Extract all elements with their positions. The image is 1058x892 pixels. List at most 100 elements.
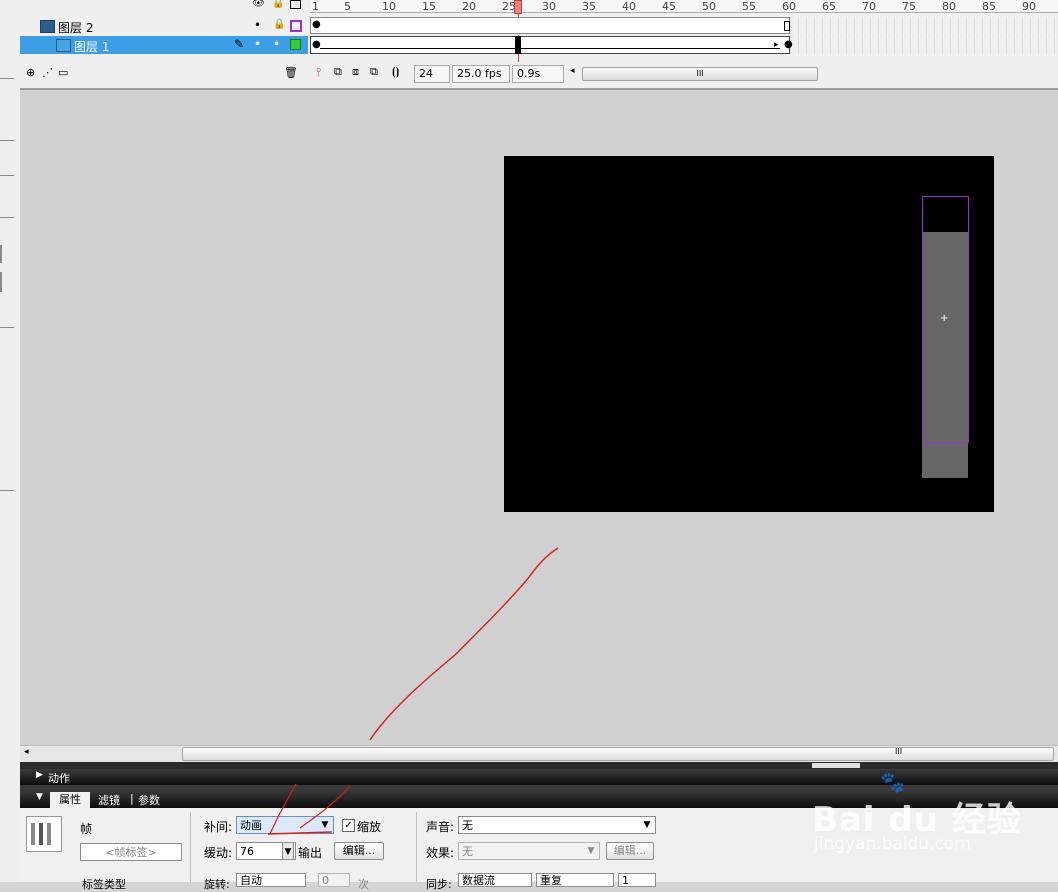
scroll-grip: III bbox=[895, 747, 903, 756]
timeline-scrollbar[interactable]: III bbox=[582, 67, 818, 81]
panel-splitter[interactable] bbox=[20, 762, 1058, 769]
frame-ruler[interactable]: 1 5 10 15 20 25 30 35 40 45 50 55 60 65 … bbox=[310, 0, 1058, 13]
repeat-select[interactable]: 重复 bbox=[536, 873, 614, 887]
ease-output-label: 输出 bbox=[298, 846, 323, 860]
baidu-watermark: 🐾 Bai du 经验 jingyan.baidu.com bbox=[812, 770, 1021, 860]
scroll-left-icon[interactable]: ◂ bbox=[24, 747, 29, 757]
end-frame-icon[interactable] bbox=[784, 21, 790, 31]
tween-arrowhead: ▸ bbox=[774, 40, 779, 50]
selected-frame[interactable] bbox=[515, 36, 521, 54]
ease-label: 缓动: bbox=[204, 846, 233, 860]
ruler-tick: 90 bbox=[1022, 0, 1036, 13]
scroll-left-icon[interactable]: ◂ bbox=[570, 66, 575, 76]
keyframe-icon[interactable]: ● bbox=[312, 19, 321, 30]
frame-span[interactable] bbox=[310, 17, 790, 34]
stage-area[interactable]: + bbox=[20, 90, 1058, 745]
frame-label-input[interactable]: <帧标签> bbox=[80, 843, 182, 861]
timeline-panel: 👁 🔒 图层 2 • 🔒 图层 1 ✎ • • ⊕ ⋰ ▭ 🗑 1 5 10 1… bbox=[20, 0, 1058, 90]
timeline-status-bar: ⫯ ⧉ ⧈ ⧉ ⦗⦘ 24 25.0 fps 0.9s ◂ III bbox=[20, 62, 1058, 84]
edit-multiple-icon[interactable]: ⧉ bbox=[370, 65, 378, 79]
ruler-tick: 70 bbox=[862, 0, 876, 13]
frame-row-layer-1[interactable]: ● ▸ ● bbox=[310, 36, 1058, 54]
tools-divider bbox=[0, 140, 14, 141]
playhead[interactable] bbox=[514, 0, 522, 14]
tools-divider bbox=[0, 245, 2, 263]
tools-divider bbox=[0, 272, 2, 292]
watermark-url: jingyan.baidu.com bbox=[814, 834, 971, 854]
ruler-tick: 50 bbox=[702, 0, 716, 13]
repeat-count-input[interactable]: 1 bbox=[618, 873, 656, 887]
edit-ease-button[interactable]: 编辑... bbox=[334, 842, 384, 860]
center-frame-icon[interactable]: ⫯ bbox=[316, 65, 321, 80]
layer-icon bbox=[40, 20, 55, 33]
lock-dot[interactable]: • bbox=[273, 37, 280, 51]
ruler-tick: 55 bbox=[742, 0, 756, 13]
ruler-tick: 30 bbox=[542, 0, 556, 13]
rotate-unit: 次 bbox=[358, 878, 369, 891]
ease-dropdown-icon[interactable]: ▼ bbox=[282, 842, 294, 860]
visibility-dot[interactable]: • bbox=[254, 37, 261, 51]
section-divider bbox=[416, 812, 417, 882]
annotation-overlay bbox=[267, 784, 351, 835]
layer-row-1[interactable]: 图层 1 ✎ • • bbox=[20, 36, 308, 54]
tools-divider bbox=[0, 327, 14, 328]
tools-divider bbox=[0, 175, 14, 176]
effect-select[interactable]: 无 ▼ bbox=[458, 842, 600, 860]
annotation-overlay bbox=[369, 547, 559, 741]
fps-field[interactable]: 25.0 fps bbox=[452, 65, 510, 83]
sound-label: 声音: bbox=[426, 820, 455, 834]
collapse-handle[interactable] bbox=[812, 763, 860, 768]
elapsed-time-field: 0.9s bbox=[512, 65, 564, 83]
tools-divider bbox=[0, 78, 14, 79]
pencil-icon: ✎ bbox=[234, 37, 245, 51]
onion-outline-icon[interactable]: ⧈ bbox=[352, 65, 359, 79]
tween-span[interactable] bbox=[310, 36, 790, 54]
eye-icon[interactable]: 👁 bbox=[252, 0, 265, 9]
layer-name: 图层 1 bbox=[74, 40, 110, 54]
outline-color-icon[interactable] bbox=[290, 20, 302, 32]
tools-divider bbox=[0, 217, 14, 218]
ruler-tick: 5 bbox=[344, 0, 351, 13]
ruler-tick: 20 bbox=[462, 0, 476, 13]
edit-effect-button[interactable]: 编辑... bbox=[606, 842, 654, 860]
ruler-tick: 75 bbox=[902, 0, 916, 13]
lock-icon[interactable]: 🔒 bbox=[273, 19, 285, 30]
tools-divider bbox=[0, 490, 14, 491]
stage-scroll-thumb[interactable]: III bbox=[182, 747, 1054, 761]
effect-select-value: 无 bbox=[462, 845, 473, 858]
lock-icon[interactable]: 🔒 bbox=[272, 0, 284, 9]
layer-name: 图层 2 bbox=[58, 21, 94, 35]
ruler-tick: 10 bbox=[382, 0, 396, 13]
sound-select[interactable]: 无 ▼ bbox=[458, 816, 656, 834]
layer-icon bbox=[56, 39, 71, 52]
ruler-tick: 85 bbox=[982, 0, 996, 13]
sound-select-value: 无 bbox=[462, 819, 473, 832]
ruler-tick: 1 bbox=[312, 0, 319, 13]
onion-markers-icon[interactable]: ⦗⦘ bbox=[392, 65, 399, 79]
ruler-tick: 45 bbox=[662, 0, 676, 13]
stage-scrollbar[interactable]: ◂ III bbox=[20, 745, 1058, 762]
keyframe-icon[interactable]: ● bbox=[784, 39, 793, 50]
frame-row-layer-2[interactable]: ● bbox=[310, 17, 1058, 35]
outline-icon[interactable] bbox=[290, 0, 301, 9]
outline-color-icon[interactable] bbox=[290, 39, 301, 50]
onion-skin-icon[interactable]: ⧉ bbox=[334, 65, 342, 79]
chevron-down-icon: ▼ bbox=[587, 846, 595, 856]
sync-select[interactable]: 数据流 bbox=[458, 873, 532, 887]
tools-strip bbox=[0, 0, 21, 882]
ruler-tick: 15 bbox=[422, 0, 436, 13]
ruler-tick: 65 bbox=[822, 0, 836, 13]
sync-label: 同步: bbox=[426, 878, 452, 891]
layer-row-2[interactable]: 图层 2 • 🔒 bbox=[20, 17, 308, 35]
rotate-label: 旋转: bbox=[204, 878, 230, 891]
expand-arrow-icon[interactable]: ▶ bbox=[36, 770, 43, 780]
ruler-tick: 80 bbox=[942, 0, 956, 13]
rotate-times-input[interactable]: 0 bbox=[318, 873, 350, 887]
ruler-tick: 60 bbox=[782, 0, 796, 13]
visibility-dot[interactable]: • bbox=[254, 18, 261, 32]
ruler-tick: 40 bbox=[622, 0, 636, 13]
current-frame-field: 24 bbox=[414, 65, 450, 83]
red-annotation-stroke bbox=[369, 547, 559, 741]
rotate-select[interactable]: 自动 bbox=[236, 873, 306, 887]
chevron-down-icon: ▼ bbox=[643, 820, 651, 830]
